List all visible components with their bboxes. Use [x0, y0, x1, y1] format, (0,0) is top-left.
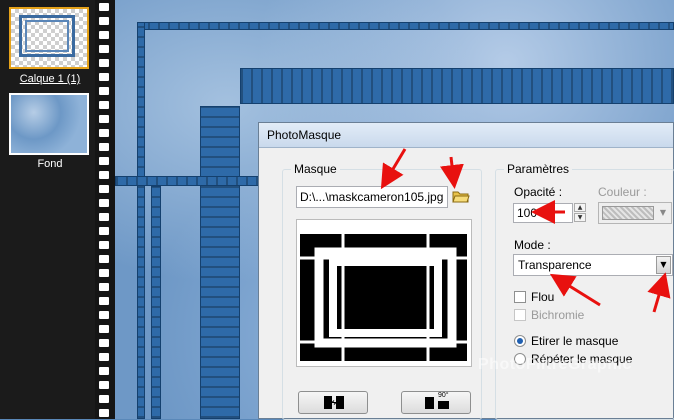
film-hole	[99, 353, 109, 361]
film-hole	[99, 213, 109, 221]
film-hole	[99, 31, 109, 39]
stretch-mask-label: Etirer le masque	[531, 334, 619, 348]
rotate-mask-button[interactable]: 90°	[401, 391, 471, 414]
layers-panel: Calque 1 (1) Fond	[0, 0, 95, 419]
film-hole	[99, 59, 109, 67]
film-hole	[99, 311, 109, 319]
film-hole	[99, 73, 109, 81]
film-hole	[99, 199, 109, 207]
masque-group-title: Masque	[291, 162, 340, 176]
film-hole	[99, 143, 109, 151]
film-hole	[99, 283, 109, 291]
color-picker[interactable]: ▼	[598, 202, 672, 224]
film-hole	[99, 255, 109, 263]
film-hole	[99, 115, 109, 123]
film-hole	[99, 45, 109, 53]
film-hole	[99, 3, 109, 11]
film-hole	[99, 367, 109, 375]
film-hole	[99, 157, 109, 165]
opacity-input[interactable]: 100	[513, 203, 573, 223]
ornament-band-vertical	[151, 186, 161, 419]
chevron-down-icon: ▼	[659, 208, 667, 217]
bichromie-checkbox[interactable]	[514, 309, 526, 321]
film-hole	[99, 339, 109, 347]
stretch-mask-radio[interactable]	[514, 335, 526, 347]
film-hole	[99, 241, 109, 249]
film-hole	[99, 409, 109, 417]
film-hole	[99, 381, 109, 389]
canvas-frame-left	[137, 22, 145, 419]
dialog-title: PhotoMasque	[259, 123, 673, 148]
film-hole	[99, 87, 109, 95]
film-hole	[99, 227, 109, 235]
watermark: PhotoFiltreGraphic	[478, 356, 632, 373]
mask-preview	[296, 219, 472, 367]
ornament-band-left	[200, 106, 240, 419]
film-hole	[99, 185, 109, 193]
invert-mask-icon	[323, 395, 345, 414]
film-hole	[99, 171, 109, 179]
flou-label: Flou	[531, 290, 555, 304]
layer-label-fond[interactable]: Fond	[0, 158, 100, 170]
color-label: Couleur :	[598, 185, 647, 199]
parametres-group-title: Paramètres	[504, 162, 573, 176]
mask-file-field[interactable]: D:\...\maskcameron105.jpg	[296, 186, 448, 208]
invert-mask-button[interactable]	[298, 391, 368, 414]
rotate-label: 90°	[438, 392, 449, 399]
film-hole	[99, 269, 109, 277]
layer-label-calque1[interactable]: Calque 1 (1)	[0, 73, 100, 85]
film-hole	[99, 129, 109, 137]
photomasque-dialog: PhotoMasque Masque D:\...\maskcameron105…	[258, 122, 674, 420]
film-hole	[99, 395, 109, 403]
mode-label: Mode :	[514, 238, 551, 252]
mode-select-value: Transparence	[518, 258, 592, 272]
chevron-down-icon[interactable]: ▼	[656, 256, 671, 274]
layer-thumbnail-calque1[interactable]	[9, 7, 89, 69]
film-hole	[99, 101, 109, 109]
opacity-spin-down[interactable]: ▼	[574, 213, 586, 222]
film-hole	[99, 325, 109, 333]
ornament-band-top	[240, 68, 674, 104]
film-hole	[99, 17, 109, 25]
opacity-spin-up[interactable]: ▲	[574, 203, 586, 212]
mask-inner-frame-preview	[25, 20, 69, 52]
layer-thumbnail-fond[interactable]	[9, 93, 89, 155]
color-swatch	[602, 206, 654, 220]
opacity-label: Opacité :	[514, 185, 563, 199]
film-strip-border	[95, 0, 115, 419]
ornament-band-mid	[115, 176, 260, 186]
film-hole	[99, 297, 109, 305]
open-folder-icon[interactable]	[452, 188, 470, 204]
flou-checkbox[interactable]	[514, 291, 526, 303]
canvas-frame-top	[137, 22, 674, 30]
bichromie-label: Bichromie	[531, 308, 585, 322]
mode-select[interactable]: Transparence ▼	[513, 254, 673, 276]
